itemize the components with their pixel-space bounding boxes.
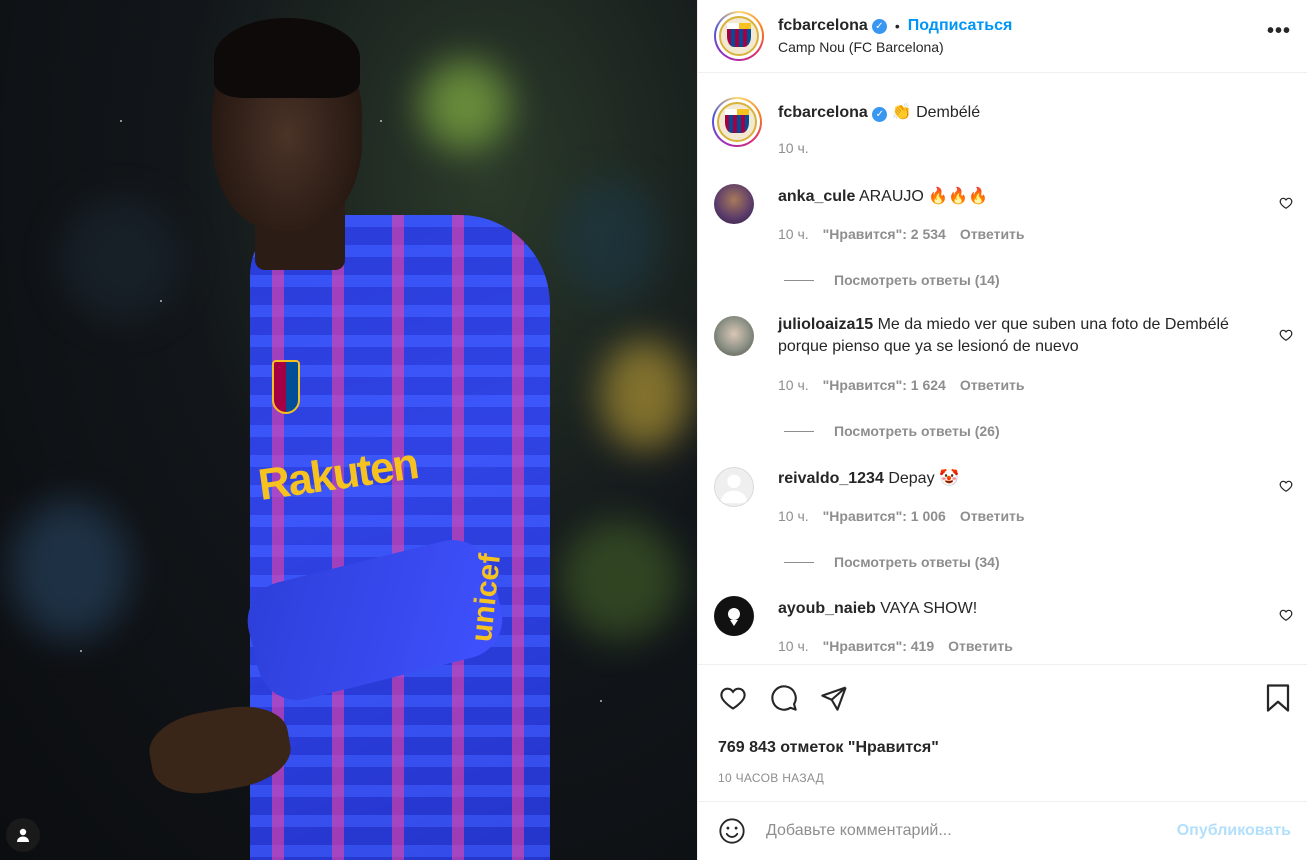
comment-icon[interactable] [770, 684, 798, 712]
comment-username[interactable]: anka_cule [778, 188, 855, 205]
comment-text: ARAUJO 🔥🔥🔥 [858, 188, 989, 205]
rain-drop [80, 650, 82, 652]
comment-avatar[interactable] [714, 316, 754, 356]
caption-row: fcbarcelona ✓ 👏 Dembélé 10 ч. [712, 95, 1307, 156]
fc-barcelona-crest-icon [717, 102, 757, 142]
follow-button[interactable]: Подписаться [908, 17, 1013, 35]
view-replies[interactable]: Посмотреть ответы (26) [778, 423, 1288, 439]
bokeh-light [560, 180, 660, 300]
comment-row: anka_cule ARAUJO 🔥🔥🔥 10 ч. "Нравится": 2… [714, 184, 1307, 288]
caption-avatar[interactable] [712, 97, 762, 147]
default-avatar-icon [720, 474, 748, 504]
caption-meta: 10 ч. [778, 140, 1288, 156]
comment-username[interactable]: julioloaiza15 [778, 316, 873, 333]
avatar-graphic-icon [728, 608, 740, 626]
likes-count[interactable]: 769 843 отметок "Нравится" [718, 739, 1291, 757]
reply-button[interactable]: Ответить [948, 638, 1013, 654]
comment-avatar[interactable] [714, 596, 754, 636]
bokeh-light [560, 520, 680, 640]
bokeh-light [420, 60, 510, 150]
user-tag-icon[interactable] [6, 818, 40, 852]
bokeh-light [60, 200, 180, 320]
replies-line [784, 561, 814, 563]
comment-likes[interactable]: "Нравится": 1 624 [823, 377, 946, 393]
header-username[interactable]: fcbarcelona [778, 17, 868, 35]
post-actions: 769 843 отметок "Нравится" 10 ЧАСОВ НАЗА… [698, 664, 1307, 801]
comment-likes[interactable]: "Нравится": 419 [823, 638, 934, 654]
post-side-panel: fcbarcelona ✓ • Подписаться Camp Nou (FC… [697, 0, 1307, 860]
heart-icon[interactable] [718, 684, 748, 712]
caption-time[interactable]: 10 ч. [778, 140, 809, 156]
comments-list[interactable]: fcbarcelona ✓ 👏 Dembélé 10 ч. anka_cule … [698, 73, 1307, 663]
comment-likes[interactable]: "Нравится": 1 006 [823, 508, 946, 524]
view-replies[interactable]: Посмотреть ответы (14) [778, 272, 1288, 288]
rain-drop [160, 300, 162, 302]
player-jersey [250, 215, 550, 860]
comment-input[interactable] [766, 822, 1177, 840]
rain-drop [120, 120, 122, 122]
reply-button[interactable]: Ответить [960, 377, 1025, 393]
comment-avatar[interactable] [714, 467, 754, 507]
caption-username[interactable]: fcbarcelona [778, 104, 868, 121]
more-icon[interactable]: ••• [1267, 20, 1291, 43]
view-replies-label: Посмотреть ответы (26) [834, 423, 1000, 439]
replies-line [784, 430, 814, 432]
add-comment-bar: Опубликовать [698, 801, 1307, 860]
caption-emoji: 👏 [891, 104, 912, 121]
comment-row: ayoub_naieb VAYA SHOW! 10 ч. "Нравится":… [714, 596, 1307, 654]
caption-text: fcbarcelona ✓ 👏 Dembélé [778, 102, 1288, 124]
comment-like-heart-icon[interactable] [1279, 608, 1293, 622]
instagram-post-view: Rakuten unicef fcbarcelona ✓ • Подписать… [0, 0, 1307, 860]
header-avatar[interactable] [714, 11, 764, 61]
comment-time[interactable]: 10 ч. [778, 377, 809, 393]
verified-icon: ✓ [872, 107, 888, 122]
reply-button[interactable]: Ответить [960, 226, 1025, 242]
bookmark-icon[interactable] [1265, 683, 1291, 713]
comment-username[interactable]: ayoub_naieb [778, 600, 876, 617]
bokeh-light [10, 500, 130, 640]
emoji-icon[interactable] [718, 817, 746, 845]
view-replies-label: Посмотреть ответы (34) [834, 554, 1000, 570]
comment-row: reivaldo_1234 Depay 🤡 10 ч. "Нравится": … [714, 467, 1307, 570]
comment-text: Depay 🤡 [888, 470, 959, 487]
view-replies-label: Посмотреть ответы (14) [834, 272, 1000, 288]
rain-drop [600, 700, 602, 702]
comment-like-heart-icon[interactable] [1279, 328, 1293, 342]
reply-button[interactable]: Ответить [960, 508, 1025, 524]
comment-time[interactable]: 10 ч. [778, 226, 809, 242]
comment-likes[interactable]: "Нравится": 2 534 [823, 226, 946, 242]
bokeh-light [600, 340, 690, 450]
comment-row: julioloaiza15 Me da miedo ver que suben … [714, 316, 1307, 439]
comment-time[interactable]: 10 ч. [778, 638, 809, 654]
verified-icon: ✓ [871, 18, 887, 34]
jersey-crest [272, 360, 300, 414]
post-time[interactable]: 10 ЧАСОВ НАЗАД [718, 771, 1291, 785]
comment-text: VAYA SHOW! [880, 600, 978, 617]
publish-button[interactable]: Опубликовать [1177, 822, 1291, 840]
comment-avatar[interactable] [714, 184, 754, 224]
post-photo[interactable]: Rakuten unicef [0, 0, 697, 860]
post-header: fcbarcelona ✓ • Подписаться Camp Nou (FC… [698, 0, 1307, 73]
separator-dot: • [894, 18, 900, 34]
location-link[interactable]: Camp Nou (FC Barcelona) [778, 39, 1012, 55]
comment-like-heart-icon[interactable] [1279, 479, 1293, 493]
caption-content: Dembélé [916, 104, 981, 121]
comment-time[interactable]: 10 ч. [778, 508, 809, 524]
share-icon[interactable] [820, 684, 848, 712]
rain-drop [380, 120, 382, 122]
fc-barcelona-crest-icon [719, 16, 759, 56]
view-replies[interactable]: Посмотреть ответы (34) [778, 554, 1288, 570]
comment-like-heart-icon[interactable] [1279, 196, 1293, 210]
player-hair [214, 18, 360, 98]
comment-username[interactable]: reivaldo_1234 [778, 470, 884, 487]
replies-line [784, 279, 814, 281]
